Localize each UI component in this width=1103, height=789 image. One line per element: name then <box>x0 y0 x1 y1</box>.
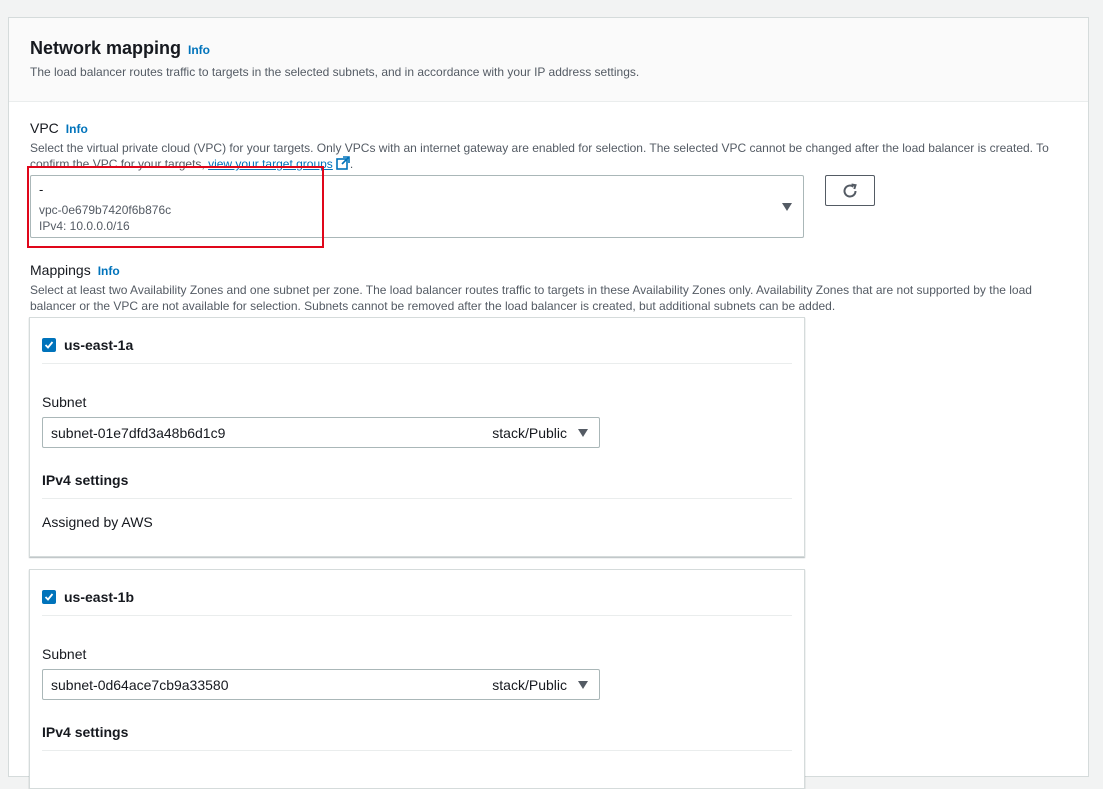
mappings-label: Mappings Info <box>30 262 120 278</box>
section-title: Network mapping Info <box>30 38 210 59</box>
check-icon <box>44 341 54 349</box>
caret-down-icon <box>578 681 588 689</box>
subnet-name: stack/Public <box>492 677 567 693</box>
vpc-selected-name: - <box>39 182 44 197</box>
vpc-description-text: Select the virtual private cloud (VPC) f… <box>30 141 1049 171</box>
refresh-vpc-button[interactable] <box>825 175 875 206</box>
az-checkbox[interactable] <box>42 590 56 604</box>
caret-down-icon <box>578 429 588 437</box>
subnet-select[interactable]: subnet-0d64ace7cb9a33580 stack/Public <box>42 669 600 700</box>
vpc-label-text: VPC <box>30 120 59 136</box>
subnet-select[interactable]: subnet-01e7dfd3a48b6d1c9 stack/Public <box>42 417 600 448</box>
az-card-us-east-1b: us-east-1b Subnet subnet-0d64ace7cb9a335… <box>29 569 805 789</box>
vpc-info-link[interactable]: Info <box>66 122 88 136</box>
divider <box>42 615 792 616</box>
subnet-label: Subnet <box>42 394 87 410</box>
external-link-icon[interactable] <box>336 156 350 174</box>
ipv4-settings-title: IPv4 settings <box>42 472 129 488</box>
subnet-id: subnet-0d64ace7cb9a33580 <box>51 677 229 693</box>
mappings-description: Select at least two Availability Zones a… <box>30 283 1032 313</box>
vpc-label: VPC Info <box>30 120 88 136</box>
vpc-select[interactable]: - vpc-0e679b7420f6b876c IPv4: 10.0.0.0/1… <box>30 175 804 238</box>
az-name: us-east-1a <box>64 337 134 353</box>
subnet-id: subnet-01e7dfd3a48b6d1c9 <box>51 425 226 441</box>
vpc-selected-id: vpc-0e679b7420f6b876c <box>39 203 172 217</box>
az-card-us-east-1a: us-east-1a Subnet subnet-01e7dfd3a48b6d1… <box>29 317 805 557</box>
az-header: us-east-1b <box>42 589 134 605</box>
mappings-label-text: Mappings <box>30 262 91 278</box>
az-name: us-east-1b <box>64 589 135 605</box>
section-description: The load balancer routes traffic to targ… <box>30 65 640 79</box>
section-title-text: Network mapping <box>30 38 182 58</box>
subnet-name: stack/Public <box>492 425 567 441</box>
network-mapping-panel: Network mapping Info The load balancer ro… <box>8 17 1089 789</box>
ipv4-settings-title: IPv4 settings <box>42 724 129 740</box>
check-icon <box>44 593 54 601</box>
az-checkbox[interactable] <box>42 338 56 352</box>
section-info-link[interactable]: Info <box>188 43 210 57</box>
vpc-description-end: . <box>349 157 354 171</box>
refresh-icon <box>843 183 857 197</box>
caret-down-icon <box>782 203 792 211</box>
panel-header: Network mapping Info The load balancer ro… <box>9 18 1088 102</box>
subnet-label: Subnet <box>42 646 87 662</box>
vpc-description: Select the virtual private cloud (VPC) f… <box>30 140 1075 174</box>
mappings-info-link[interactable]: Info <box>98 264 120 278</box>
vpc-selected-cidr: IPv4: 10.0.0.0/16 <box>39 219 130 233</box>
az-header: us-east-1a <box>42 337 133 353</box>
divider <box>42 498 792 499</box>
view-target-groups-link[interactable]: view your target groups <box>208 157 333 171</box>
ipv4-assigned-value: Assigned by AWS <box>42 514 153 530</box>
divider <box>42 363 792 364</box>
